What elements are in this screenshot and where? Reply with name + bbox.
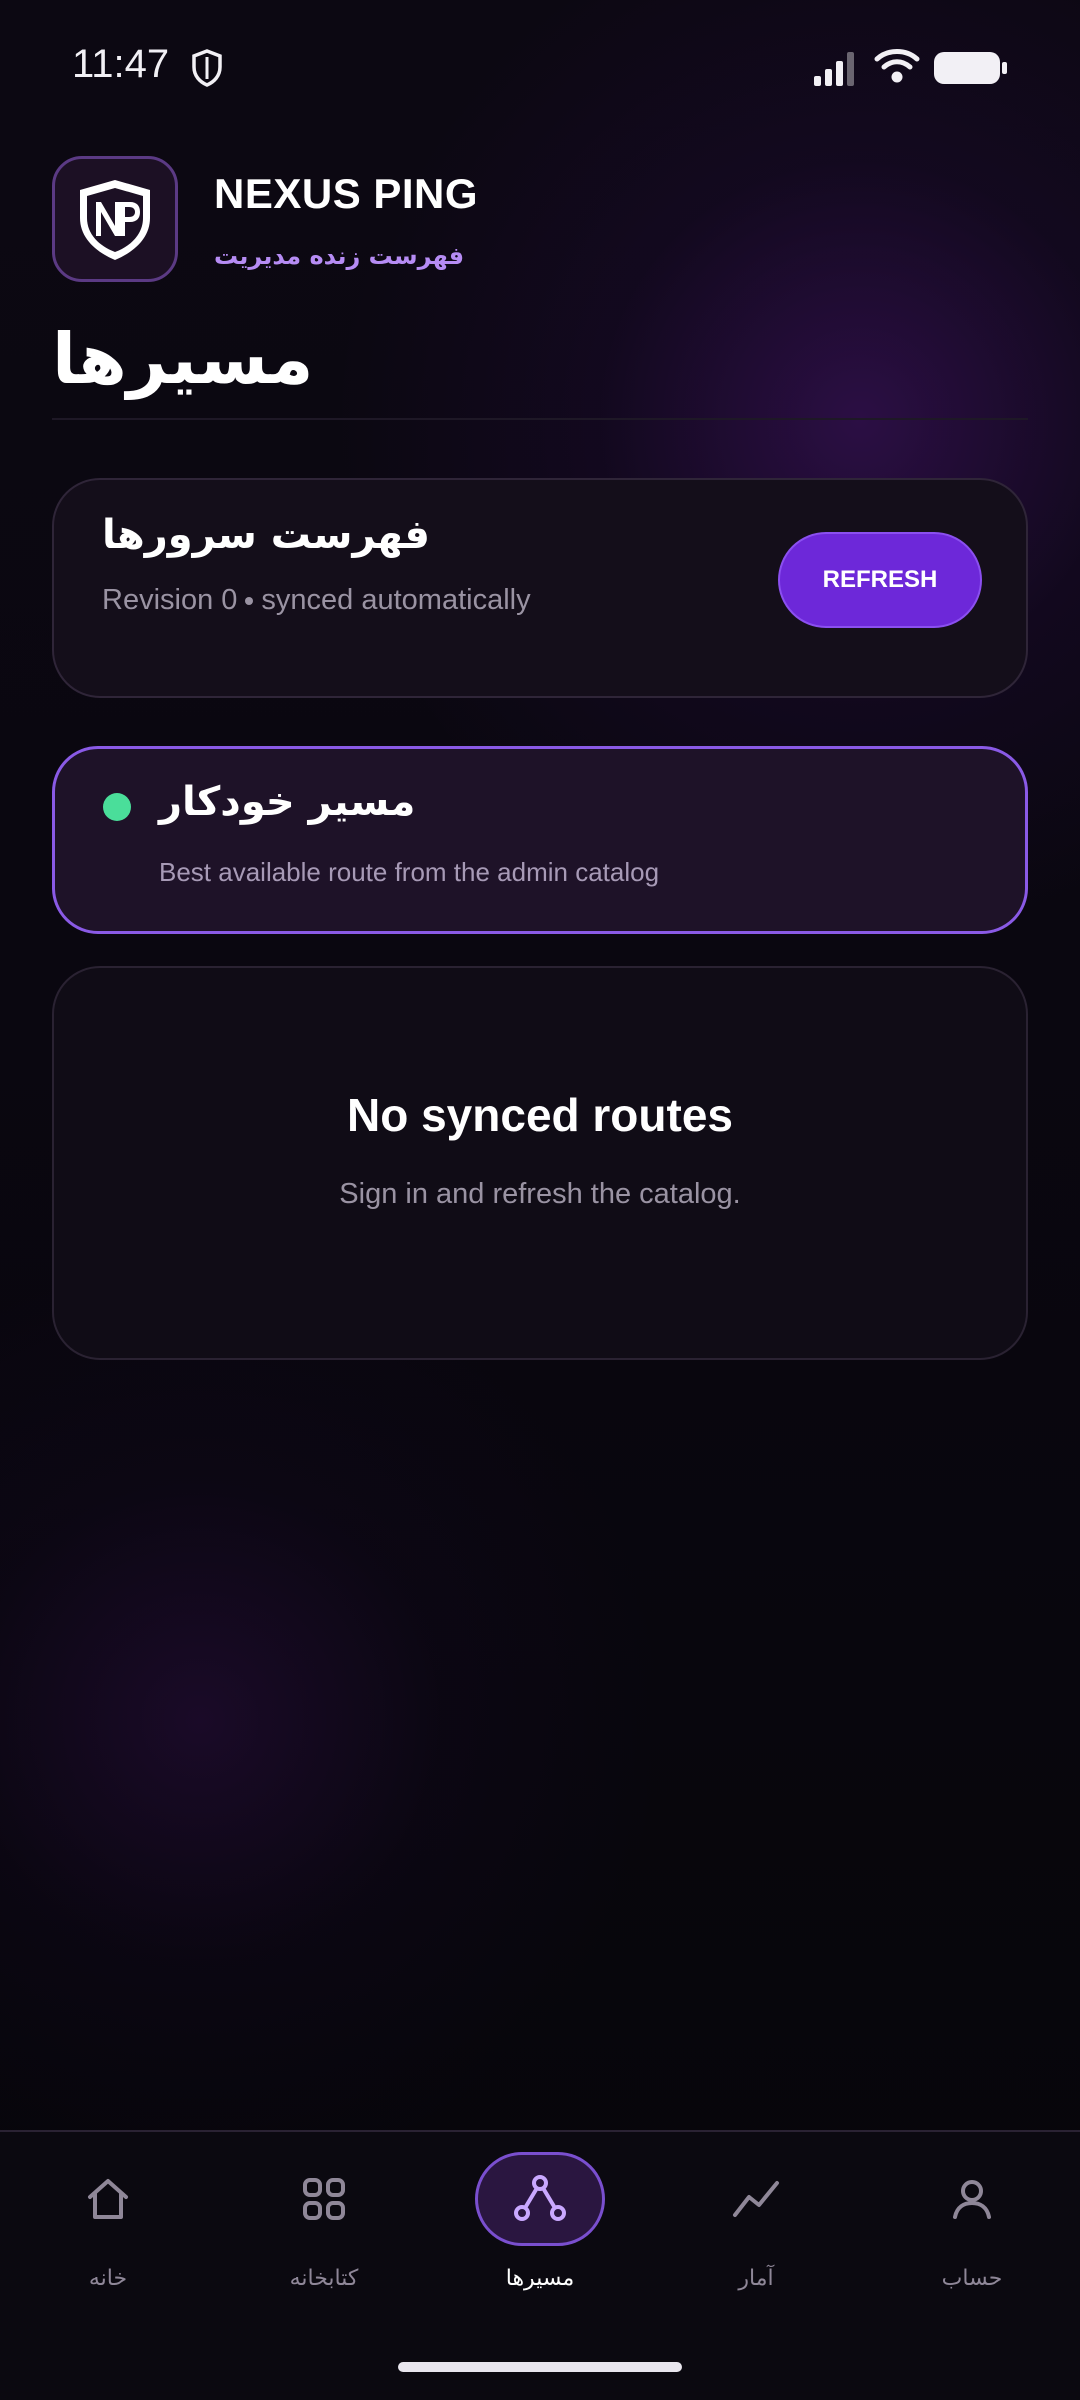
divider bbox=[52, 418, 1028, 420]
np-shield-logo-icon bbox=[80, 180, 150, 260]
home-icon bbox=[88, 2179, 128, 2219]
empty-state-card: No synced routes Sign in and refresh the… bbox=[52, 966, 1028, 1360]
app-logo bbox=[52, 156, 178, 282]
status-time: 11:47 bbox=[72, 42, 170, 86]
battery-icon bbox=[934, 52, 1007, 84]
nav-item-account[interactable]: حساب bbox=[872, 2152, 1072, 2312]
nav-label-home: خانه bbox=[88, 2266, 128, 2291]
app-name: NEXUS PING bbox=[214, 170, 479, 217]
catalog-title: فهرست سرورها bbox=[102, 512, 430, 558]
wifi-icon bbox=[874, 49, 920, 83]
routes-icon bbox=[514, 2175, 566, 2221]
separator-dot bbox=[245, 597, 254, 606]
empty-state-description: Sign in and refresh the catalog. bbox=[339, 1178, 741, 1210]
empty-state-title: No synced routes bbox=[347, 1089, 733, 1141]
home-indicator[interactable] bbox=[398, 2362, 682, 2372]
nav-item-routes[interactable]: مسیرها bbox=[440, 2152, 640, 2312]
auto-route-title: مسیر خودکار bbox=[159, 779, 416, 825]
page-title: مسیرها bbox=[52, 318, 314, 400]
shield-icon bbox=[192, 49, 222, 87]
nav-label-library: کتابخانه bbox=[289, 2266, 359, 2291]
status-dot bbox=[103, 793, 131, 821]
nav-label-routes: مسیرها bbox=[505, 2266, 575, 2291]
catalog-card: فهرست سرورها Revision 0 synced automatica… bbox=[52, 478, 1028, 698]
user-icon bbox=[953, 2180, 991, 2219]
status-bar: 11:47 bbox=[0, 0, 1080, 130]
catalog-revision: Revision 0 bbox=[102, 584, 238, 616]
auto-route-description: Best available route from the admin cata… bbox=[159, 857, 660, 887]
catalog-meta: Revision 0 synced automatically bbox=[102, 584, 531, 617]
nav-item-stats[interactable]: آمار bbox=[656, 2152, 856, 2312]
nav-item-library[interactable]: کتابخانه bbox=[224, 2152, 424, 2312]
nav-label-stats: آمار bbox=[738, 2266, 774, 2291]
signal-icon bbox=[814, 52, 854, 86]
chart-icon bbox=[733, 2181, 779, 2217]
refresh-button[interactable]: REFRESH bbox=[778, 532, 982, 628]
bottom-nav: خانه کتابخانه مسیرها آمار حساب bbox=[0, 2130, 1080, 2400]
app-subtitle: فهرست زنده مدیریت bbox=[214, 242, 465, 270]
nav-label-account: حساب bbox=[941, 2266, 1003, 2291]
nav-item-home[interactable]: خانه bbox=[8, 2152, 208, 2312]
grid-icon bbox=[303, 2178, 345, 2220]
auto-route-card[interactable]: مسیر خودکار Best available route from th… bbox=[52, 746, 1028, 934]
catalog-sync-status: synced automatically bbox=[261, 584, 531, 616]
